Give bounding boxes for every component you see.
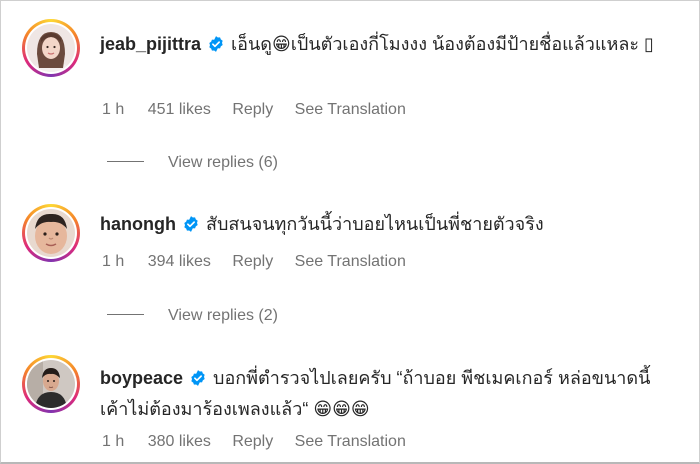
comment-likes[interactable]: 380 likes	[148, 433, 211, 450]
comment-likes[interactable]: 394 likes	[148, 253, 211, 270]
avatar[interactable]	[22, 19, 80, 77]
view-replies-label: View replies (6)	[168, 154, 278, 171]
divider-line	[107, 314, 144, 315]
view-replies-button[interactable]: View replies (2)	[107, 307, 278, 325]
comment-time[interactable]: 1 h	[102, 101, 124, 118]
avatar[interactable]	[22, 355, 80, 413]
comment-username[interactable]: jeab_pijittra	[100, 34, 201, 54]
comment-username[interactable]: boypeace	[100, 368, 183, 388]
avatar[interactable]	[22, 204, 80, 262]
man-portrait-avatar-icon	[27, 360, 75, 408]
comment-meta: 1 h 451 likes Reply See Translation	[102, 101, 423, 119]
view-replies-label: View replies (2)	[168, 307, 278, 324]
comment-username[interactable]: hanongh	[100, 214, 176, 234]
comments-panel: jeab_pijittra เอ็นดู😁เป็นตัวเองกี่โมงงง น…	[0, 0, 700, 464]
comment-time[interactable]: 1 h	[102, 253, 124, 270]
verified-badge-icon	[191, 370, 205, 386]
man-face-avatar-icon	[27, 209, 75, 257]
comment-body: jeab_pijittra เอ็นดู😁เป็นตัวเองกี่โมงงง น…	[100, 29, 670, 60]
comment-time[interactable]: 1 h	[102, 433, 124, 450]
reply-button[interactable]: Reply	[232, 433, 273, 450]
comment-likes[interactable]: 451 likes	[148, 101, 211, 118]
comment-meta: 1 h 394 likes Reply See Translation	[102, 253, 423, 271]
verified-badge-icon	[184, 216, 198, 232]
woman-portrait-avatar-icon	[27, 24, 75, 72]
comment-text: เอ็นดู😁เป็นตัวเองกี่โมงงง น้องต้องมีป้าย…	[231, 34, 654, 54]
comment-body: boypeace บอกพี่ตำรวจไปเลยครับ “ถ้าบอย พีช…	[100, 363, 670, 425]
view-replies-button[interactable]: View replies (6)	[107, 154, 278, 172]
reply-button[interactable]: Reply	[232, 253, 273, 270]
reply-button[interactable]: Reply	[232, 101, 273, 118]
comment-text: สับสนจนทุกวันนี้ว่าบอยไหนเป็นพี่ชายตัวจร…	[205, 214, 544, 234]
verified-badge-icon	[209, 36, 223, 52]
divider-line	[107, 161, 144, 162]
comment-meta: 1 h 380 likes Reply See Translation	[102, 433, 423, 451]
see-translation-button[interactable]: See Translation	[295, 101, 406, 118]
see-translation-button[interactable]: See Translation	[295, 433, 406, 450]
see-translation-button[interactable]: See Translation	[295, 253, 406, 270]
comment-body: hanongh สับสนจนทุกวันนี้ว่าบอยไหนเป็นพี่ช…	[100, 209, 670, 240]
